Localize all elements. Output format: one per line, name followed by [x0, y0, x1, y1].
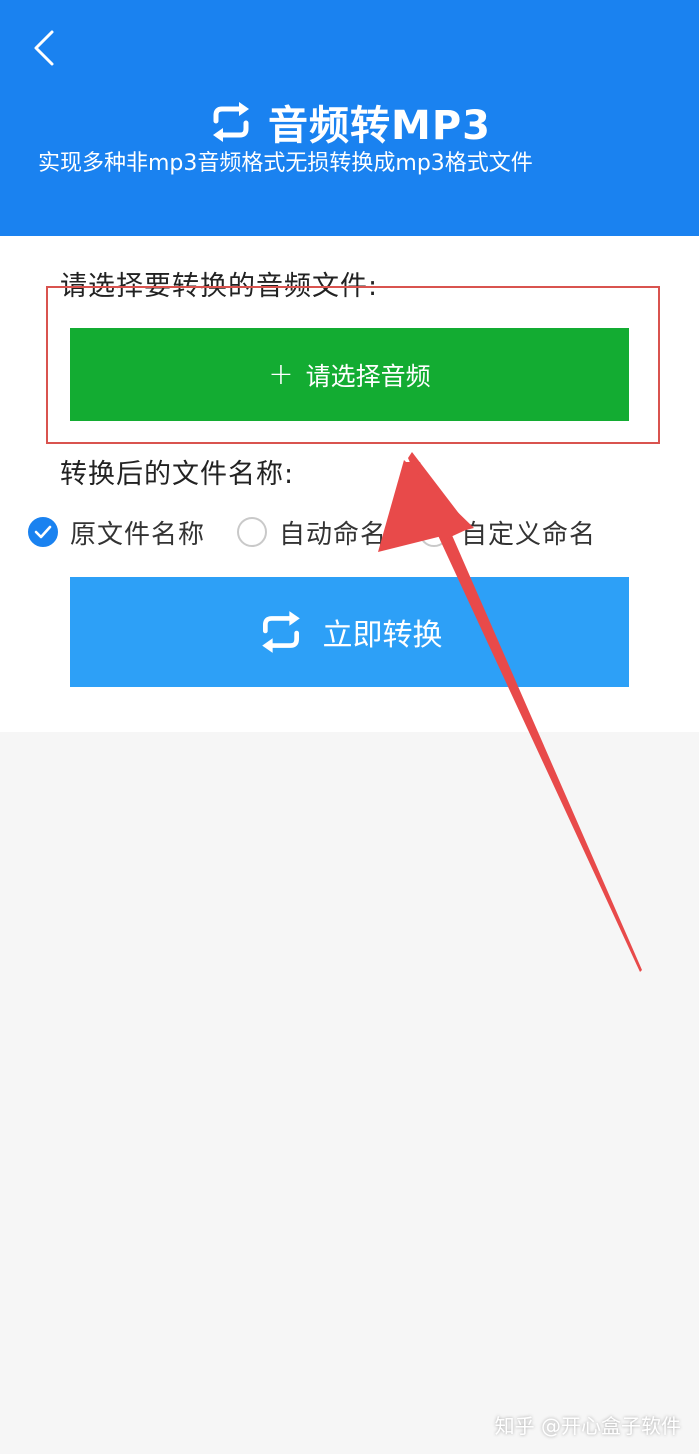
watermark: 知乎 @开心盒子软件 — [494, 1414, 681, 1438]
page-subtitle: 实现多种非mp3音频格式无损转换成mp3格式文件 — [38, 151, 533, 176]
page-title: 音频转MP3 — [268, 103, 491, 149]
radio-custom-name[interactable]: 自定义命名 — [419, 514, 596, 551]
radio-label: 原文件名称 — [70, 519, 206, 550]
check-icon — [28, 517, 58, 547]
radio-label: 自动命名 — [279, 519, 388, 550]
back-chevron-icon — [34, 30, 54, 66]
form-card-top — [30, 236, 670, 256]
radio-circle-icon — [419, 517, 450, 547]
refresh-icon — [261, 611, 300, 653]
convert-now-button[interactable]: 立即转换 — [70, 577, 629, 687]
radio-original-name[interactable]: 原文件名称 — [28, 514, 205, 551]
page-title-row: 音频转MP3 — [0, 92, 699, 152]
convert-now-button-label: 立即转换 — [322, 618, 443, 653]
radio-label: 自定义命名 — [461, 519, 597, 550]
radio-circle-icon — [237, 517, 268, 547]
back-button[interactable] — [22, 26, 66, 70]
radio-auto-name[interactable]: 自动命名 — [237, 514, 387, 551]
highlight-annotation-box — [46, 286, 660, 444]
refresh-icon — [213, 102, 250, 142]
naming-options: 原文件名称 自动命名 自定义命名 — [28, 510, 596, 554]
filename-label: 转换后的文件名称: — [60, 459, 295, 490]
